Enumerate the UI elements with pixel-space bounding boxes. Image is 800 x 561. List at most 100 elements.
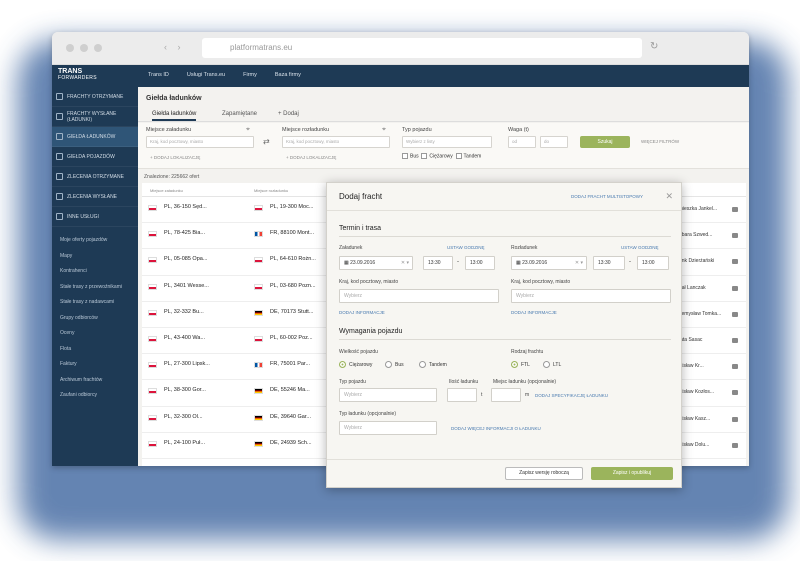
sidebar-sub-item[interactable]: Moje oferty pojazdów: [52, 233, 138, 249]
save-draft-button[interactable]: Zapisz wersję roboczą: [505, 467, 583, 480]
column-header[interactable]: Miejsce rozładunku: [254, 188, 288, 193]
top-menu-item[interactable]: Usługi Trans.eu: [187, 72, 225, 78]
chat-icon[interactable]: [732, 285, 738, 291]
chat-icon[interactable]: [732, 364, 738, 370]
add-spec-link[interactable]: Dodaj specyfikację ładunku: [535, 393, 608, 398]
column-header[interactable]: Miejsce załadunku: [150, 188, 183, 193]
sidebar-item-load-exchange[interactable]: Giełda ładunków: [52, 127, 138, 147]
publish-button[interactable]: Zapisz i opublikuj: [591, 467, 673, 480]
loading-place-input[interactable]: Wybierz: [339, 289, 499, 303]
chat-icon[interactable]: [732, 259, 738, 265]
chat-icon[interactable]: [732, 416, 738, 422]
pl-flag-icon: [148, 283, 157, 290]
window-close-dot[interactable]: [66, 44, 74, 52]
set-hour-link[interactable]: Ustaw godzinę: [621, 245, 659, 250]
top-menu-item[interactable]: Firmy: [243, 72, 257, 78]
more-filters-link[interactable]: Więcej filtrów: [641, 139, 679, 144]
chat-icon[interactable]: [732, 337, 738, 343]
loading-time-from[interactable]: 13:30: [423, 256, 453, 270]
app-logo[interactable]: TRANS FORWARDERS: [58, 68, 97, 82]
add-info-link[interactable]: Dodaj informacje: [511, 310, 557, 315]
weight-to-input[interactable]: do: [540, 136, 568, 148]
pickup-input[interactable]: Kraj, kod pocztowy, miasto: [146, 136, 254, 148]
swap-icon[interactable]: ⇄: [263, 137, 270, 146]
multistop-link[interactable]: Dodaj fracht multistopowy: [571, 194, 643, 199]
trailer-select[interactable]: Wybierz: [339, 421, 437, 435]
delivery-cell: DE, 70173 Stutt...: [270, 308, 314, 315]
radio-ltl[interactable]: LTL: [543, 361, 561, 368]
checkbox-bus[interactable]: [402, 153, 408, 159]
pickup-label: Miejsce załadunku: [146, 127, 192, 133]
chat-icon[interactable]: [732, 442, 738, 448]
address-bar[interactable]: platformatrans.eu: [202, 38, 642, 58]
weight-from-input[interactable]: od: [508, 136, 536, 148]
unloading-time-from[interactable]: 13:30: [593, 256, 625, 270]
tab-saved[interactable]: Zapamiętane: [222, 111, 257, 117]
chat-icon[interactable]: [732, 233, 738, 239]
sidebar-item-other[interactable]: Inne usługi: [52, 207, 138, 227]
section-route-title: Termin i trasa: [339, 225, 382, 232]
body-type-select[interactable]: Wybierz: [339, 388, 437, 402]
chat-icon[interactable]: [732, 207, 738, 212]
tab-load-exchange[interactable]: Giełda ładunków: [152, 111, 197, 121]
sidebar-item-orders-received[interactable]: Zlecenia otrzymane: [52, 167, 138, 187]
sidebar-sub-item[interactable]: Faktury: [52, 357, 138, 373]
radio-truck[interactable]: Ciężarowy: [339, 361, 372, 368]
tab-add[interactable]: + Dodaj: [278, 111, 299, 117]
sidebar-sub-item[interactable]: Oceny: [52, 326, 138, 342]
reload-icon[interactable]: ↻: [650, 41, 658, 52]
sidebar-sub-item[interactable]: Kontrahenci: [52, 264, 138, 280]
trailer-label: Typ ładunku (opcjonalnie): [339, 411, 396, 417]
pin-icon: ⌖: [246, 126, 250, 133]
nav-arrows-icon[interactable]: ‹ ›: [164, 42, 185, 52]
checkbox-tandem[interactable]: [455, 153, 462, 159]
radio-ftl[interactable]: FTL: [511, 361, 530, 368]
radio-tandem[interactable]: Tandem: [419, 361, 447, 368]
window-maximize-dot[interactable]: [94, 44, 102, 52]
sidebar-item-sent[interactable]: Frachty wysłane (ładunki): [52, 107, 138, 127]
sidebar-item-orders-sent[interactable]: Zlecenia wysłane: [52, 187, 138, 207]
loading-date-input[interactable]: ▦ 23.09.2016 ✕ ▾: [339, 256, 413, 270]
sidebar-sub-item[interactable]: Archiwum frachtów: [52, 373, 138, 389]
unloading-date-input[interactable]: ▦ 23.09.2016 ✕ ▾: [511, 256, 587, 270]
quantity-input[interactable]: [447, 388, 477, 402]
add-location-link[interactable]: + Dodaj lokalizację: [286, 155, 336, 160]
sidebar-sub-item[interactable]: Grupy odbiorców: [52, 311, 138, 327]
radio-dot: [419, 361, 426, 368]
sidebar-item-received[interactable]: Frachty otrzymane: [52, 87, 138, 107]
pl-flag-icon: [254, 257, 263, 264]
chat-icon[interactable]: [732, 390, 738, 396]
add-location-link[interactable]: + Dodaj lokalizację: [150, 155, 200, 160]
sidebar-sub-item[interactable]: Zaufani odbiorcy: [52, 388, 138, 404]
unloading-time-to[interactable]: 13:00: [637, 256, 669, 270]
radio-bus[interactable]: Bus: [385, 361, 404, 368]
delivery-label: Miejsce rozładunku: [282, 127, 330, 133]
vehicle-type-select[interactable]: Wybierz z listy: [402, 136, 492, 148]
pin-icon: ⌖: [382, 126, 386, 133]
add-info-link[interactable]: Dodaj informacje: [339, 310, 385, 315]
add-more-info-link[interactable]: Dodaj więcej informacji o ładunku: [451, 426, 541, 431]
unit-t: t: [481, 392, 483, 398]
set-hour-link[interactable]: Ustaw godzinę: [447, 245, 485, 250]
sidebar-sub-item[interactable]: Stałe trasy z przewoźnikami: [52, 280, 138, 296]
body-type-label: Typ pojazdu: [339, 379, 366, 385]
sidebar-sub-item[interactable]: Stałe trasy z nadawcami: [52, 295, 138, 311]
delivery-input[interactable]: Kraj, kod pocztowy, miasto: [282, 136, 390, 148]
sidebar-item-vehicle-exchange[interactable]: Giełda pojazdów: [52, 147, 138, 167]
checkbox-truck[interactable]: [421, 153, 428, 159]
window-minimize-dot[interactable]: [80, 44, 88, 52]
loading-time-to[interactable]: 13:00: [465, 256, 495, 270]
pickup-cell: PL, 36-150 Sęd...: [164, 204, 207, 210]
sidebar-sub-item[interactable]: Mapy: [52, 249, 138, 265]
pickup-cell: PL, 05-085 Opa...: [164, 256, 208, 263]
pickup-cell: PL, 32-300 Ol...: [164, 413, 203, 420]
chat-icon[interactable]: [732, 311, 738, 317]
search-button[interactable]: Szukaj: [580, 136, 630, 148]
capacity-input[interactable]: [491, 388, 521, 402]
close-icon[interactable]: ✕: [665, 191, 673, 202]
top-menu-item[interactable]: Baza firmy: [275, 72, 301, 78]
top-menu-item[interactable]: Trans ID: [148, 72, 169, 78]
sidebar-sub-item[interactable]: Flota: [52, 342, 138, 358]
unloading-place-input[interactable]: Wybierz: [511, 289, 671, 303]
fr-flag-icon: [254, 231, 263, 238]
